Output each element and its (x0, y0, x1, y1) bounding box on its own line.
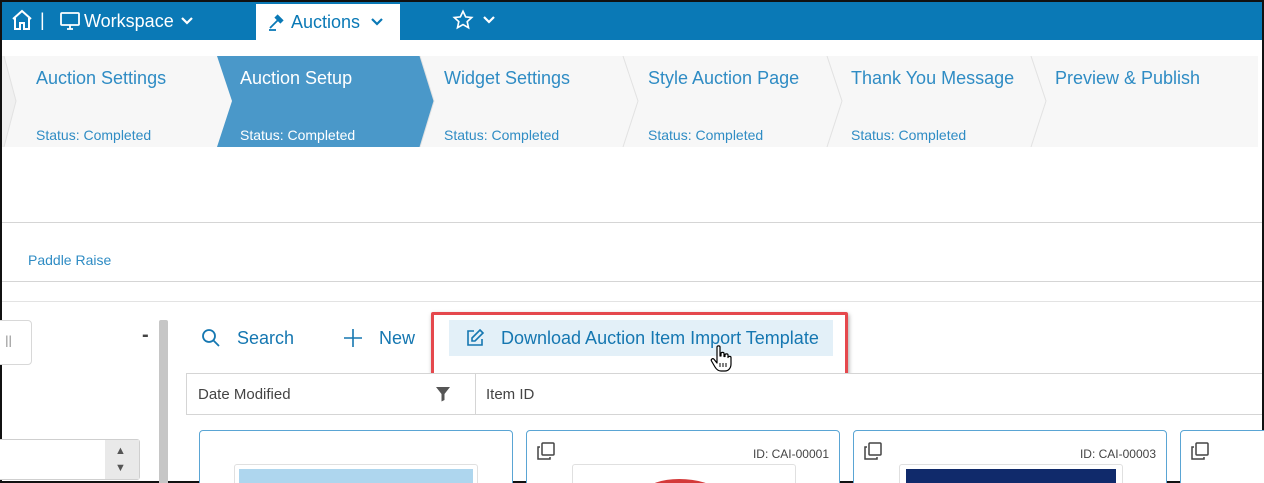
copy-icon[interactable] (1191, 442, 1209, 460)
highlight-box (431, 312, 848, 380)
hand-cursor-icon (710, 345, 732, 372)
star-icon (452, 9, 474, 30)
collapse-panel-button[interactable]: - (142, 324, 149, 347)
item-id: ID: CAI-00001 (752, 447, 829, 461)
step-status: Status: Completed (648, 127, 764, 143)
step-status: Status: Completed (240, 127, 356, 143)
step-title: Preview & Publish (1055, 68, 1201, 88)
step-title: Auction Setup (240, 68, 353, 88)
item-id: ID: CAI-00003 (1079, 447, 1156, 461)
stepper-buttons[interactable]: ▲ ▼ (105, 440, 139, 479)
column-divider (475, 374, 476, 414)
top-navigation-bar: | Workspace Auctions (2, 2, 1262, 40)
filter-toggle-button[interactable]: ll (0, 320, 32, 365)
nav-separator: | (40, 10, 45, 30)
item-card[interactable]: ID: CAI-00001 (526, 430, 840, 483)
favorites-menu[interactable] (452, 9, 496, 31)
chevron-down-icon (180, 17, 193, 25)
grid-header: Date Modified Item ID (186, 373, 1262, 415)
filter-icon[interactable] (435, 386, 451, 402)
copy-icon[interactable] (864, 442, 882, 460)
stepper-up-icon[interactable]: ▲ (115, 445, 126, 457)
workspace-label: Workspace (84, 10, 174, 31)
search-button[interactable]: Search (201, 325, 294, 351)
item-card[interactable] (1180, 430, 1264, 483)
auctions-tab[interactable]: Auctions (256, 4, 400, 40)
chevron-down-icon (371, 18, 383, 26)
search-icon (202, 329, 220, 347)
step-title: Style Auction Page (648, 68, 800, 88)
number-stepper[interactable]: ▲ ▼ (0, 439, 140, 480)
stepper-down-icon[interactable]: ▼ (115, 462, 126, 474)
column-header-date-modified[interactable]: Date Modified (198, 386, 291, 403)
wizard-steps: Auction Settings Status: Completed Aucti… (2, 56, 1258, 147)
gavel-icon (269, 14, 284, 31)
divider (2, 281, 1262, 282)
item-card[interactable]: ID: CAI-00003 (853, 430, 1167, 483)
step-status: Status: Completed (444, 127, 560, 143)
item-thumbnail (234, 464, 478, 483)
chevron-down-icon (483, 16, 495, 24)
divider (2, 301, 1262, 302)
copy-icon[interactable] (537, 442, 555, 460)
column-header-item-id[interactable]: Item ID (486, 386, 534, 403)
home-icon[interactable] (10, 8, 34, 32)
item-thumbnail (572, 464, 796, 483)
item-thumbnail (899, 464, 1123, 483)
step-title: Auction Settings (36, 68, 167, 88)
step-title: Widget Settings (444, 68, 571, 88)
step-status: Status: Completed (36, 127, 152, 143)
monitor-icon (60, 12, 80, 30)
new-button[interactable]: New (343, 325, 415, 351)
filter-toggle-label: ll (5, 334, 13, 351)
step-title: Thank You Message (851, 68, 1015, 88)
auctions-label: Auctions (291, 11, 361, 32)
divider (2, 222, 1262, 223)
new-label: New (379, 327, 416, 348)
plus-icon (344, 329, 362, 347)
step-status: Status: Completed (851, 127, 967, 143)
vertical-scrollbar[interactable] (159, 320, 168, 483)
search-label: Search (237, 327, 295, 348)
tab-paddle-raise[interactable]: Paddle Raise (28, 252, 111, 268)
item-thumbnail-graphic (655, 479, 706, 483)
item-card[interactable] (199, 430, 513, 483)
workspace-menu[interactable]: Workspace (60, 7, 194, 35)
